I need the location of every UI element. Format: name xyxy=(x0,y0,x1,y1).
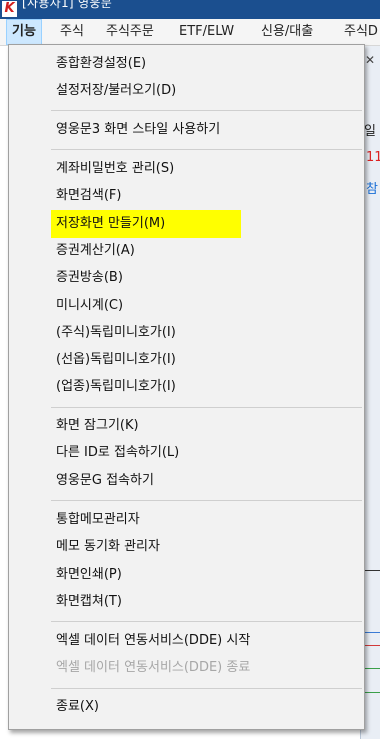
menu-item-mini-clock[interactable]: 미니시계(C) xyxy=(56,295,123,317)
menu-item-memo-manager[interactable]: 통합메모관리자 xyxy=(56,509,140,531)
menu-item-print-screen[interactable]: 화면인쇄(P) xyxy=(56,564,122,586)
menu-separator xyxy=(51,688,362,689)
menu-separator xyxy=(51,110,362,111)
menu-separator xyxy=(51,407,362,408)
menu-item-options-mini-quote[interactable]: (선옵)독립미니호가(I) xyxy=(56,349,176,371)
menu-stock[interactable]: 주식 xyxy=(55,19,89,45)
background-text-fragment: 참 xyxy=(366,182,378,197)
menu-item-memo-sync[interactable]: 메모 동기화 관리자 xyxy=(56,536,160,558)
menu-item-create-saved-screen[interactable]: 저장화면 만들기(M) xyxy=(51,210,241,238)
window-title: [사용자1] 영웅문 xyxy=(22,0,113,10)
menu-item-exit[interactable]: 종료(X) xyxy=(56,696,99,718)
menu-item-broadcast[interactable]: 증권방송(B) xyxy=(56,267,123,289)
menu-item-screen-capture[interactable]: 화면캡쳐(T) xyxy=(56,591,122,613)
menu-etf-elw[interactable]: ETF/ELW xyxy=(174,19,239,45)
menu-item-dde-stop: 엑셀 데이터 연동서비스(DDE) 종료 xyxy=(56,660,251,675)
menu-item-settings[interactable]: 종합환경설정(E) xyxy=(56,53,146,75)
menu-item-lock-screen[interactable]: 화면 잠그기(K) xyxy=(56,415,139,437)
title-bar: K [사용자1] 영웅문 xyxy=(0,0,380,19)
background-text-fragment: 일 xyxy=(364,124,376,139)
menu-separator xyxy=(51,621,362,622)
menu-item-save-load-settings[interactable]: 설정저장/불러오기(D) xyxy=(56,80,176,102)
menu-item-screen-search[interactable]: 화면검색(F) xyxy=(56,185,121,207)
function-menu-dropdown: 종합환경설정(E) 설정저장/불러오기(D) 영웅문3 화면 스타일 사용하기 … xyxy=(8,44,365,730)
menu-stock-order[interactable]: 주식주문 xyxy=(101,19,159,45)
menu-item-account-password[interactable]: 계좌비밀번호 관리(S) xyxy=(56,158,174,180)
menu-credit-loan[interactable]: 신용/대출 xyxy=(256,19,318,45)
menu-separator xyxy=(51,149,362,150)
menu-item-sector-mini-quote[interactable]: (업종)독립미니호가(I) xyxy=(56,376,176,398)
menu-bar: 기능 주식 주식주문 ETF/ELW 신용/대출 주식D xyxy=(0,19,380,46)
menu-function[interactable]: 기능 xyxy=(6,19,42,45)
menu-item-connect-heroG[interactable]: 영웅문G 접속하기 xyxy=(56,470,154,492)
menu-stock-more[interactable]: 주식D xyxy=(339,19,380,45)
background-text-fragment: 11 xyxy=(366,150,380,165)
menu-item-switch-id[interactable]: 다른 ID로 접속하기(L) xyxy=(56,442,179,464)
menu-item-stock-mini-quote[interactable]: (주식)독립미니호가(I) xyxy=(56,322,176,344)
menu-separator xyxy=(51,500,362,501)
app-logo-icon: K xyxy=(2,1,17,17)
menu-item-legacy-style[interactable]: 영웅문3 화면 스타일 사용하기 xyxy=(56,119,220,141)
menu-item-dde-start[interactable]: 엑셀 데이터 연동서비스(DDE) 시작 xyxy=(56,630,250,652)
menu-item-calculator[interactable]: 증권계산기(A) xyxy=(56,240,135,262)
